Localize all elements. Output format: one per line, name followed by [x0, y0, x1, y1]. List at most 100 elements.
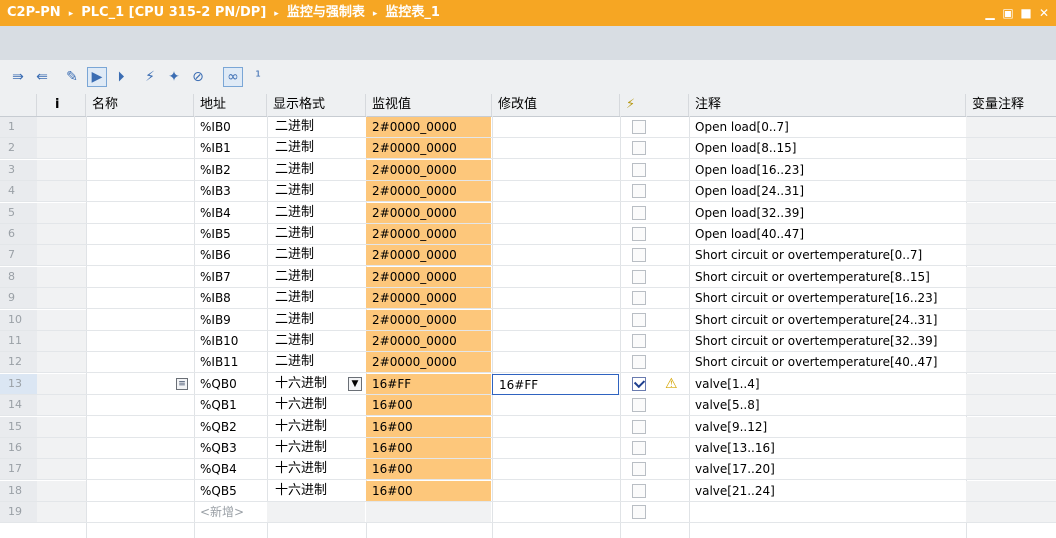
variable-comment-cell[interactable] — [966, 224, 1056, 244]
address-cell[interactable]: %QB1 — [194, 395, 266, 415]
display-format-cell[interactable]: 二进制 — [267, 181, 365, 201]
table-row[interactable]: 1 %IB0 二进制 2#0000_0000 Open load[0..7] — [0, 117, 1056, 138]
name-cell[interactable] — [86, 160, 194, 180]
row-details-icon[interactable]: ≡ — [176, 377, 188, 390]
comment-cell[interactable]: valve[9..12] — [689, 417, 965, 437]
display-format-cell[interactable] — [267, 502, 365, 523]
name-cell[interactable] — [86, 181, 194, 201]
name-cell[interactable] — [86, 224, 194, 244]
comment-cell[interactable]: valve[21..24] — [689, 481, 965, 501]
comment-cell[interactable]: Open load[0..7] — [689, 117, 965, 137]
table-row[interactable]: 5 %IB4 二进制 2#0000_0000 Open load[32..39] — [0, 202, 1056, 224]
close-icon[interactable]: ✕ — [1038, 7, 1050, 19]
monitor-once-icon[interactable]: ⇚ — [32, 67, 52, 87]
variable-comment-cell[interactable] — [966, 438, 1056, 458]
address-cell[interactable]: %IB3 — [194, 181, 266, 201]
modify-checkbox[interactable] — [632, 376, 646, 391]
minimize-icon[interactable]: ▁ — [984, 7, 996, 19]
modify-checkbox[interactable] — [632, 398, 646, 413]
modify-checkbox[interactable] — [632, 483, 646, 498]
modify-trigger-icon[interactable]: ⏵ — [111, 67, 131, 87]
address-cell[interactable]: %IB11 — [194, 352, 266, 372]
modify-value-cell[interactable] — [492, 160, 619, 180]
name-cell[interactable] — [86, 138, 194, 158]
display-format-cell[interactable]: 二进制 — [267, 245, 365, 265]
modify-checkbox[interactable] — [632, 120, 646, 134]
variable-comment-cell[interactable] — [966, 288, 1056, 309]
comment-cell[interactable]: Open load[16..23] — [689, 160, 965, 180]
variable-comment-cell[interactable] — [966, 245, 1056, 266]
modify-checkbox[interactable] — [632, 227, 646, 241]
display-format-cell[interactable]: 二进制 — [267, 203, 365, 223]
name-cell[interactable] — [86, 502, 194, 522]
modify-value-cell[interactable] — [492, 224, 619, 244]
display-format-cell[interactable]: 二进制 — [267, 331, 365, 351]
address-cell[interactable]: %IB4 — [194, 203, 266, 223]
modify-checkbox[interactable] — [632, 505, 646, 520]
modify-value-cell[interactable] — [492, 395, 619, 415]
comment-cell[interactable]: Short circuit or overtemperature[16..23] — [689, 288, 965, 308]
modify-value-cell[interactable] — [492, 288, 619, 308]
restore-icon[interactable]: ▣ — [1002, 7, 1014, 19]
unforce-icon[interactable]: ⊘ — [188, 67, 208, 87]
table-row[interactable]: 3 %IB2 二进制 2#0000_0000 Open load[16..23] — [0, 159, 1056, 181]
address-cell[interactable]: %IB6 — [194, 245, 266, 265]
header-display-format[interactable]: 显示格式 — [267, 94, 366, 116]
modify-value-cell[interactable] — [492, 117, 619, 137]
modify-value-cell[interactable] — [492, 417, 619, 437]
display-format-cell[interactable]: 二进制 — [267, 310, 365, 330]
display-format-cell[interactable]: 二进制 — [267, 160, 365, 180]
name-cell[interactable] — [86, 267, 194, 287]
address-cell[interactable]: %QB0 — [194, 374, 266, 394]
modify-value-cell[interactable] — [492, 459, 619, 479]
name-cell[interactable] — [86, 203, 194, 223]
header-info[interactable]: i — [37, 94, 86, 116]
display-format-cell[interactable]: 二进制 — [267, 138, 365, 158]
variable-comment-cell[interactable] — [966, 117, 1056, 137]
monitor-all-icon[interactable]: ⇛ — [8, 67, 28, 87]
breadcrumb-project[interactable]: C2P-PN — [7, 0, 61, 26]
table-row[interactable]: 10 %IB9 二进制 2#0000_0000 Short circuit or ove… — [0, 309, 1056, 331]
display-format-cell[interactable]: 二进制 — [267, 352, 365, 372]
name-cell[interactable] — [86, 331, 194, 351]
modify-value-cell[interactable] — [492, 352, 619, 372]
comment-cell[interactable]: Short circuit or overtemperature[8..15] — [689, 267, 965, 287]
address-cell[interactable]: %IB8 — [194, 288, 266, 308]
modify-now-icon[interactable]: ▶ — [87, 67, 107, 87]
modify-value-cell[interactable] — [492, 181, 619, 201]
variable-comment-cell[interactable] — [966, 266, 1056, 287]
variable-comment-cell[interactable] — [966, 138, 1056, 159]
modify-checkbox[interactable] — [632, 184, 646, 199]
address-cell[interactable]: %QB5 — [194, 481, 266, 501]
address-cell[interactable]: %QB2 — [194, 417, 266, 437]
modify-value-cell[interactable] — [492, 267, 619, 287]
modify-checkbox[interactable] — [632, 141, 646, 156]
name-cell[interactable] — [86, 459, 194, 479]
modify-checkbox[interactable] — [632, 441, 646, 455]
comment-cell[interactable]: Short circuit or overtemperature[0..7] — [689, 245, 965, 265]
modify-checkbox[interactable] — [632, 462, 646, 477]
header-lightning-icon[interactable]: ⚡ — [620, 94, 689, 116]
address-cell[interactable]: %QB4 — [194, 459, 266, 479]
display-format-cell[interactable]: 二进制 — [267, 117, 365, 137]
name-cell[interactable] — [86, 117, 194, 137]
table-row[interactable]: 8 %IB7 二进制 2#0000_0000 Short circuit or over… — [0, 266, 1056, 288]
display-format-cell[interactable]: 十六进制 — [267, 395, 365, 415]
header-variable-comment[interactable]: 变量注释 — [966, 94, 1056, 116]
modify-value-cell[interactable] — [492, 438, 619, 458]
modify-value-cell[interactable]: 16#FF — [492, 373, 619, 395]
name-cell[interactable] — [86, 245, 194, 265]
table-row[interactable]: 17 %QB4 十六进制 16#00 valve[17..20] — [0, 459, 1056, 481]
variable-comment-cell[interactable] — [966, 416, 1056, 437]
comment-cell[interactable]: Open load[40..47] — [689, 224, 965, 244]
modify-checkbox[interactable] — [632, 355, 646, 370]
modify-checkbox[interactable] — [632, 269, 646, 284]
table-row[interactable]: 19 <新增> — [0, 502, 1056, 524]
variable-comment-cell[interactable] — [966, 181, 1056, 202]
table-row[interactable]: 12 %IB11 二进制 2#0000_0000 Short circuit or ov… — [0, 352, 1056, 374]
name-cell[interactable] — [86, 395, 194, 415]
address-cell[interactable]: %IB0 — [194, 117, 266, 137]
table-row[interactable]: 16 %QB3 十六进制 16#00 valve[13..16] — [0, 438, 1056, 459]
table-row[interactable]: 9 %IB8 二进制 2#0000_0000 Short circuit or over… — [0, 288, 1056, 310]
variable-comment-cell[interactable] — [966, 309, 1056, 330]
